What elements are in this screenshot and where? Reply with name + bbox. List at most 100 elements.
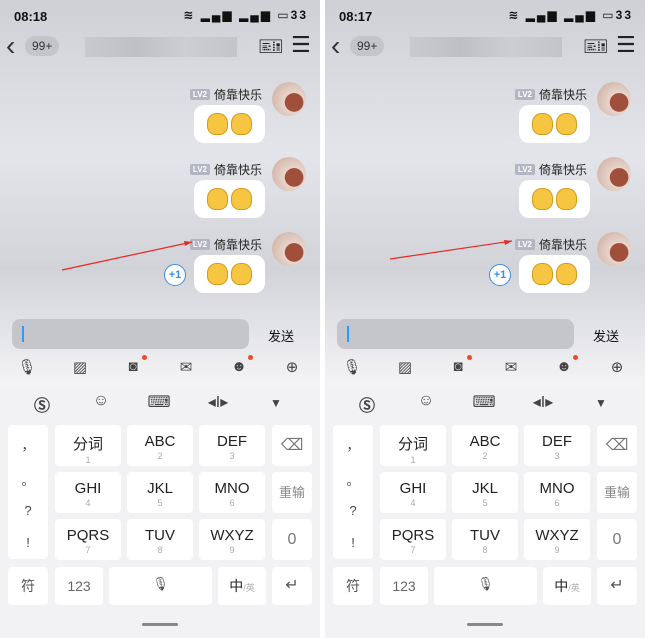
key-6[interactable]: MNO 6 [524, 472, 590, 513]
cursor-move-icon[interactable]: ◂I▸ [206, 392, 230, 412]
backspace-key[interactable]: ⌫ [272, 425, 312, 466]
collapse-keyboard-icon[interactable]: ▼ [264, 396, 288, 410]
notification-dot [142, 355, 147, 360]
key-number: 6 [554, 498, 560, 508]
key-number: 4 [85, 498, 91, 508]
emoji-icon[interactable]: ☺ [414, 392, 438, 410]
key-3[interactable]: DEF 3 [199, 425, 265, 466]
red-packet-icon[interactable]: ✉ [501, 358, 521, 376]
punctuation-key[interactable]: ， [333, 435, 373, 454]
image-icon[interactable]: ▨ [395, 358, 415, 376]
punctuation-column[interactable]: ， 。?! [333, 425, 373, 559]
language-toggle-key[interactable]: 中/英 [218, 567, 266, 605]
space-key[interactable]: 🎙︎ [109, 567, 212, 605]
number-mode-key[interactable]: 123 [55, 567, 103, 605]
camera-icon[interactable]: ◙ [448, 355, 472, 375]
key-3[interactable]: DEF 3 [524, 425, 590, 466]
key-8[interactable]: TUV 8 [452, 519, 518, 560]
home-indicator[interactable] [467, 623, 503, 626]
key-label: PQRS [391, 527, 435, 544]
key-9[interactable]: WXYZ 9 [524, 519, 590, 560]
sogou-logo-icon[interactable]: Ⓢ [30, 392, 54, 416]
punctuation-key[interactable]: ! [333, 535, 373, 550]
send-button[interactable]: 发送 [593, 326, 619, 345]
key-label: DEF [542, 433, 572, 450]
key-7[interactable]: PQRS 7 [380, 519, 446, 560]
lang-alt: /英 [568, 583, 580, 593]
home-indicator[interactable] [142, 623, 178, 626]
key-label: 分词 [397, 436, 428, 453]
punctuation-key[interactable]: 。 [8, 470, 48, 489]
key-number: 1 [410, 455, 416, 465]
key-label: TUV [145, 527, 175, 544]
lang-alt: /英 [243, 583, 255, 593]
message-input[interactable] [337, 319, 574, 349]
language-toggle-key[interactable]: 中/英 [543, 567, 591, 605]
send-button[interactable]: 发送 [268, 326, 294, 345]
keyboard-toolbar: Ⓢ ☺ ⌨ ◂I▸ ▼ [0, 392, 320, 416]
key-7[interactable]: PQRS 7 [55, 519, 121, 560]
key-label: GHI [74, 480, 102, 497]
enter-key[interactable]: ↵ [272, 567, 312, 605]
key-1[interactable]: 分词 1 [55, 425, 121, 466]
microphone-icon[interactable]: 🎙︎ [17, 358, 37, 376]
microphone-icon[interactable]: 🎙︎ [342, 358, 362, 376]
annotation-arrow [389, 240, 513, 260]
cursor-move-icon[interactable]: ◂I▸ [531, 392, 555, 412]
key-5[interactable]: JKL 5 [452, 472, 518, 513]
plus-icon[interactable]: ⊕ [282, 358, 302, 376]
key-2[interactable]: ABC 2 [452, 425, 518, 466]
key-label: ABC [144, 433, 176, 450]
number-mode-key[interactable]: 123 [380, 567, 428, 605]
zero-key[interactable]: 0 [597, 519, 637, 560]
keyboard-toolbar: Ⓢ ☺ ⌨ ◂I▸ ▼ [325, 392, 645, 416]
key-number: 2 [157, 451, 163, 461]
key-2[interactable]: ABC 2 [127, 425, 193, 466]
punctuation-key[interactable]: ? [8, 503, 48, 518]
punctuation-key[interactable]: 。 [333, 470, 373, 489]
sogou-logo-icon[interactable]: Ⓢ [355, 392, 379, 416]
key-5[interactable]: JKL 5 [127, 472, 193, 513]
key-number: 8 [157, 545, 163, 555]
key-label: JKL [472, 480, 498, 497]
plus-icon[interactable]: ⊕ [607, 358, 627, 376]
symbols-key[interactable]: 符 [8, 567, 48, 605]
panel-divider [320, 0, 325, 638]
key-label: ABC [469, 433, 501, 450]
reinput-key[interactable]: 重输 [272, 472, 312, 513]
microphone-icon: 🎙︎ [152, 576, 169, 591]
emoji-icon[interactable]: ☻ [554, 355, 578, 375]
keyboard-icon[interactable]: ⌨ [472, 392, 496, 412]
message-input[interactable] [12, 319, 249, 349]
space-key[interactable]: 🎙︎ [434, 567, 537, 605]
key-label: JKL [147, 480, 173, 497]
emoji-icon[interactable]: ☻ [229, 355, 253, 375]
key-label: TUV [470, 527, 500, 544]
keyboard-icon[interactable]: ⌨ [147, 392, 171, 412]
symbols-key[interactable]: 符 [333, 567, 373, 605]
punctuation-key[interactable]: ， [8, 435, 48, 454]
key-9[interactable]: WXYZ 9 [199, 519, 265, 560]
punctuation-key[interactable]: ? [333, 503, 373, 518]
key-8[interactable]: TUV 8 [127, 519, 193, 560]
key-4[interactable]: GHI 4 [55, 472, 121, 513]
image-icon[interactable]: ▨ [70, 358, 90, 376]
key-number: 1 [85, 455, 91, 465]
emoji-icon[interactable]: ☺ [89, 392, 113, 410]
punctuation-key[interactable]: ! [8, 535, 48, 550]
enter-key[interactable]: ↵ [597, 567, 637, 605]
collapse-keyboard-icon[interactable]: ▼ [589, 396, 613, 410]
key-number: 9 [554, 545, 560, 555]
key-1[interactable]: 分词 1 [380, 425, 446, 466]
punctuation-column[interactable]: ， 。?! [8, 425, 48, 559]
key-label: WXYZ [210, 527, 254, 544]
backspace-key[interactable]: ⌫ [597, 425, 637, 466]
key-6[interactable]: MNO 6 [199, 472, 265, 513]
notification-dot [248, 355, 253, 360]
red-packet-icon[interactable]: ✉ [176, 358, 196, 376]
camera-icon[interactable]: ◙ [123, 355, 147, 375]
reinput-key[interactable]: 重输 [597, 472, 637, 513]
key-number: 8 [482, 545, 488, 555]
zero-key[interactable]: 0 [272, 519, 312, 560]
key-4[interactable]: GHI 4 [380, 472, 446, 513]
